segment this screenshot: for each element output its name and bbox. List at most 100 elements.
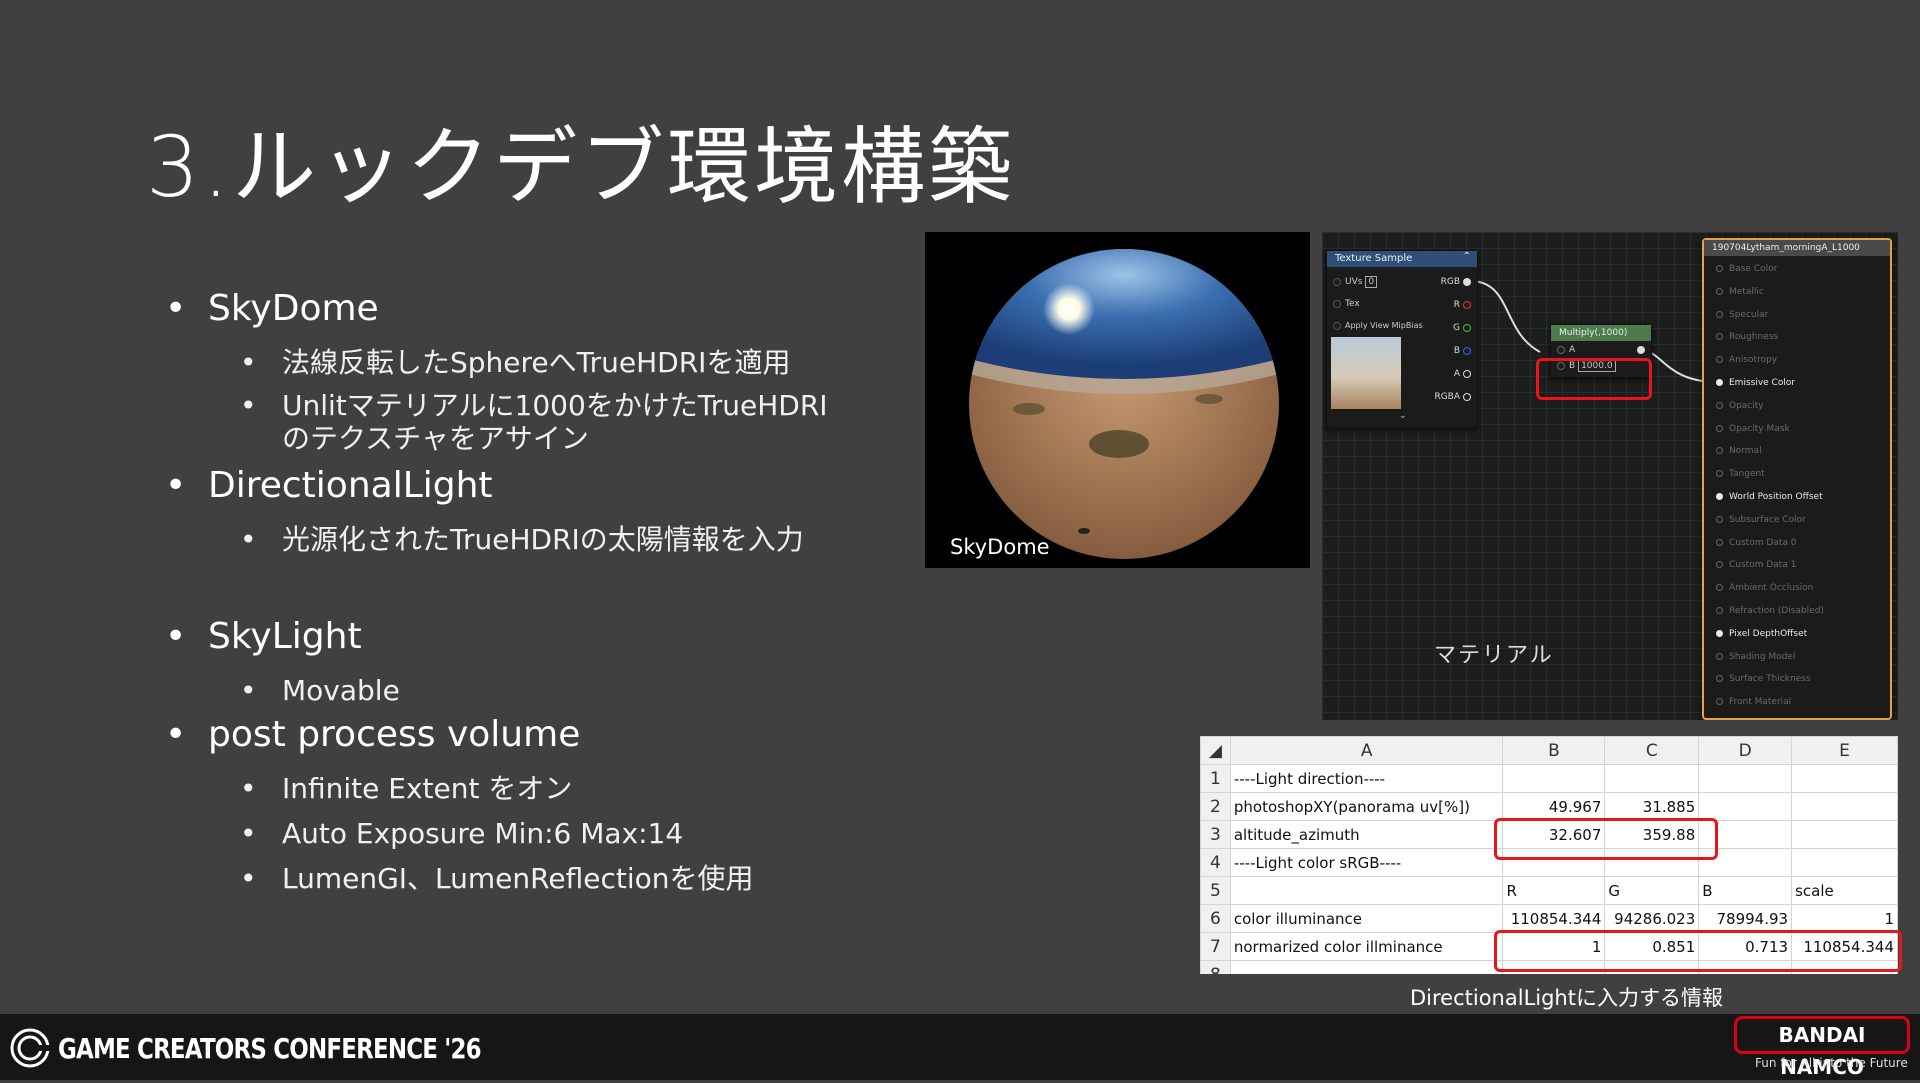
sub-bullet: Infinite Extent をオン <box>240 772 572 806</box>
tex-pin[interactable]: Tex <box>1333 299 1360 309</box>
material-input-pin[interactable]: Ambient Occlusion <box>1716 583 1813 593</box>
apply-view-mipbias-pin[interactable]: Apply View MipBias <box>1333 321 1423 330</box>
column-header[interactable]: C <box>1604 736 1700 765</box>
sub-bullet: Auto Exposure Min:6 Max:14 <box>240 817 683 851</box>
highlight-normalized-color <box>1494 930 1902 972</box>
table-cell[interactable]: 110854.344 <box>1502 904 1606 933</box>
material-input-pin[interactable]: Surface Thickness <box>1716 674 1811 684</box>
material-input-pin[interactable]: Specular <box>1716 310 1768 320</box>
table-cell[interactable]: 1 <box>1791 904 1898 933</box>
conference-logo: GAME CREATORS CONFERENCE '26 <box>10 1028 574 1068</box>
row-number[interactable]: 7 <box>1200 932 1231 961</box>
column-header[interactable]: E <box>1791 736 1898 765</box>
material-input-pin[interactable]: World Position Offset <box>1716 492 1823 502</box>
material-result-node[interactable]: 190704Lytham_morningA_L1000 Base Color Me… <box>1702 238 1892 720</box>
table-cell[interactable]: 49.967 <box>1502 792 1606 821</box>
table-cell[interactable]: G <box>1604 876 1700 905</box>
material-input-pin[interactable]: Shading Model <box>1716 652 1795 662</box>
material-input-pin[interactable]: Base Color <box>1716 264 1777 274</box>
material-input-pin[interactable]: Normal <box>1716 446 1762 456</box>
table-cell[interactable] <box>1229 960 1504 974</box>
table-cell[interactable] <box>1791 792 1898 821</box>
highlight-altitude-azimuth <box>1494 818 1718 860</box>
table-cell[interactable] <box>1791 848 1898 877</box>
skydome-caption: SkyDome <box>950 535 1050 559</box>
table-cell[interactable]: color illuminance <box>1229 904 1504 933</box>
column-header[interactable]: D <box>1698 736 1793 765</box>
texture-sample-node[interactable]: Texture Sample ⌃ UVs 0 Tex Apply View Mi… <box>1326 250 1478 428</box>
row-number[interactable]: 1 <box>1200 764 1231 793</box>
r-output-pin[interactable]: R <box>1454 300 1471 310</box>
row-number[interactable]: 8 <box>1200 960 1231 974</box>
table-cell[interactable]: 31.885 <box>1604 792 1700 821</box>
material-input-pin[interactable]: Opacity <box>1716 401 1764 411</box>
table-cell[interactable]: 78994.93 <box>1698 904 1793 933</box>
sub-bullet: LumenGI、LumenReflectionを使用 <box>240 862 753 896</box>
corner-cell[interactable]: ◢ <box>1200 736 1231 765</box>
material-input-pin[interactable]: Emissive Color <box>1716 378 1795 388</box>
multiply-title: Multiply(,1000) <box>1551 325 1651 341</box>
table-cell[interactable]: ----Light direction---- <box>1229 764 1504 793</box>
material-input-pin[interactable]: Subsurface Color <box>1716 515 1806 525</box>
slide-title: 3.ルックデブ環境構築 <box>146 118 1016 216</box>
expand-icon[interactable]: ⌄ <box>1399 411 1407 421</box>
table-cell[interactable] <box>1229 876 1504 905</box>
table-cell[interactable]: ----Light color sRGB---- <box>1229 848 1504 877</box>
material-input-pin[interactable]: Custom Data 1 <box>1716 560 1796 570</box>
table-cell[interactable]: scale <box>1791 876 1898 905</box>
multiply-a-pin[interactable]: A <box>1557 345 1575 355</box>
table-row: 2 photoshopXY(panorama uv[%]) 49.967 31.885 <box>1200 792 1898 821</box>
collapse-icon[interactable]: ⌃ <box>1463 251 1471 262</box>
highlight-multiply-b <box>1536 358 1652 400</box>
g-output-pin[interactable]: G <box>1453 323 1471 333</box>
table-cell[interactable]: B <box>1698 876 1793 905</box>
sub-bullet: Unlitマテリアルに1000をかけたTrueHDRI <box>240 389 828 423</box>
material-input-pin[interactable]: Pixel DepthOffset <box>1716 629 1807 639</box>
texture-thumbnail <box>1331 337 1401 409</box>
row-number[interactable]: 2 <box>1200 792 1231 821</box>
row-number[interactable]: 4 <box>1200 848 1231 877</box>
column-header[interactable]: A <box>1229 736 1504 765</box>
table-cell[interactable]: normarized color illminance <box>1229 932 1504 961</box>
row-number[interactable]: 3 <box>1200 820 1231 849</box>
table-cell[interactable]: 94286.023 <box>1604 904 1700 933</box>
table-row: 6 color illuminance 110854.344 94286.023 789… <box>1200 904 1898 933</box>
conference-name: GAME CREATORS CONFERENCE '26 <box>58 1031 482 1065</box>
rgb-output-pin[interactable]: RGB <box>1441 277 1471 287</box>
material-input-pin[interactable]: Tangent <box>1716 469 1765 479</box>
sub-bullet: 法線反転したSphereへTrueHDRIを適用 <box>240 346 790 380</box>
multiply-output-pin[interactable] <box>1634 345 1645 355</box>
sub-bullet-continuation: のテクスチャをアサイン <box>282 422 589 455</box>
material-input-pin[interactable]: Refraction (Disabled) <box>1716 606 1824 616</box>
a-output-pin[interactable]: A <box>1454 369 1471 379</box>
table-cell[interactable] <box>1698 792 1793 821</box>
uvs-pin[interactable]: UVs 0 <box>1333 276 1378 288</box>
table-cell[interactable]: photoshopXY(panorama uv[%]) <box>1229 792 1504 821</box>
row-number[interactable]: 6 <box>1200 904 1231 933</box>
material-input-pin[interactable]: Anisotropy <box>1716 355 1777 365</box>
table-cell[interactable] <box>1604 764 1700 793</box>
table-cell[interactable] <box>1698 764 1793 793</box>
bullet-skylight: SkyLight <box>165 616 362 657</box>
texture-sample-title: Texture Sample <box>1327 251 1477 267</box>
table-cell[interactable]: R <box>1502 876 1606 905</box>
material-input-pin[interactable]: Roughness <box>1716 332 1778 342</box>
material-graph-panel: Texture Sample ⌃ UVs 0 Tex Apply View Mi… <box>1322 232 1898 720</box>
b-output-pin[interactable]: B <box>1454 346 1471 356</box>
sub-bullet: 光源化されたTrueHDRIの太陽情報を入力 <box>240 523 804 557</box>
material-input-pin[interactable]: Metallic <box>1716 287 1764 297</box>
column-header[interactable]: B <box>1502 736 1606 765</box>
material-result-title: 190704Lytham_morningA_L1000 <box>1704 240 1890 256</box>
table-cell[interactable] <box>1791 820 1898 849</box>
rgba-output-pin[interactable]: RGBA <box>1434 392 1471 402</box>
material-input-pin[interactable]: Custom Data 0 <box>1716 538 1796 548</box>
skydome-fisheye-image <box>969 249 1279 559</box>
table-row: 5 R G Bscale <box>1200 876 1898 905</box>
table-cell[interactable] <box>1791 764 1898 793</box>
table-cell[interactable]: altitude_azimuth <box>1229 820 1504 849</box>
row-number[interactable]: 5 <box>1200 876 1231 905</box>
material-input-pin[interactable]: Opacity Mask <box>1716 424 1790 434</box>
material-input-pin[interactable]: Front Material <box>1716 697 1791 707</box>
table-row: 1 ----Light direction---- <box>1200 764 1898 793</box>
table-cell[interactable] <box>1502 764 1606 793</box>
